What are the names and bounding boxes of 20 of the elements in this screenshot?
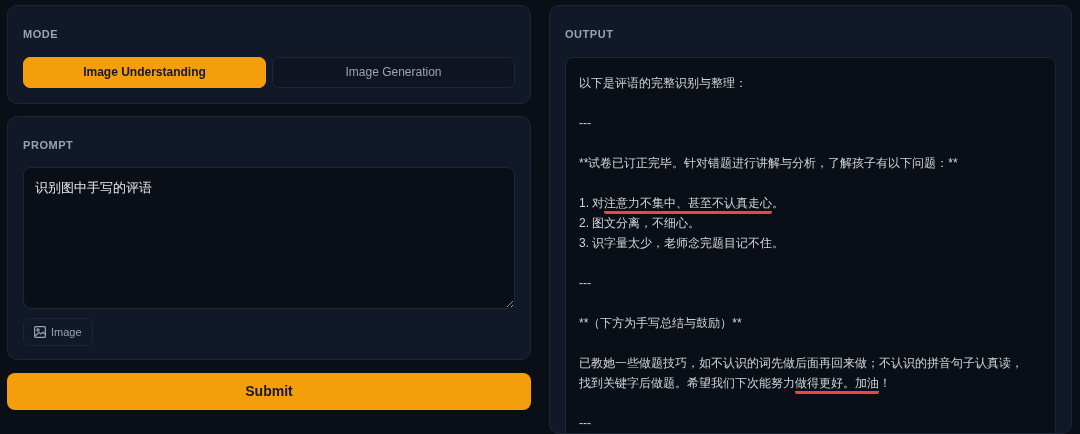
output-line: **（下方为手写总结与鼓励）** (579, 314, 743, 332)
output-line: 3. 识字量太少，老师念完题目记不住。 (579, 234, 786, 252)
section-label: OUTPUT (565, 27, 615, 42)
output-line: --- (579, 414, 592, 432)
output-line: --- (579, 274, 592, 292)
output-line: 找到关键字后做题。希望我们下次能努力做得更好。加油！ (579, 372, 1042, 393)
submit-button[interactable]: Submit (7, 373, 531, 410)
mode-tab[interactable]: Image Generation (272, 56, 515, 88)
output-line: 2. 图文分离，不细心。 (579, 214, 702, 232)
image-button[interactable]: Image (23, 318, 93, 346)
output-line: 已教她一些做题技巧，如不认识的词先做后面再回来做；不认识的拼音句子认真读， (579, 354, 1024, 372)
output-line: --- (579, 114, 592, 132)
mode-tab[interactable]: Image Understanding (23, 56, 266, 88)
prompt-field[interactable]: 识别图中手写的评语 (23, 167, 515, 309)
section-label: PROMPT (23, 137, 75, 153)
output-line: **试卷已订正完毕。针对错题进行讲解与分析，了解孩子有以下问题：** (579, 154, 959, 172)
output-line: 以下是评语的完整识别与整理： (579, 74, 748, 92)
section-label: MODE (23, 27, 60, 42)
output-line: 1. 对注意力不集中、甚至不认真走心。 (579, 192, 1042, 213)
image-icon (34, 326, 46, 338)
